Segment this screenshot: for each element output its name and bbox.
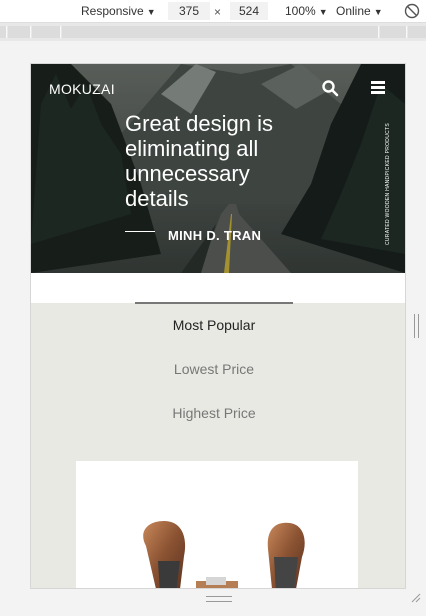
chevron-down-icon: ▼ [373,7,383,17]
device-viewport: MOKUZAI Great design is eliminating all … [31,64,405,588]
hamburger-menu-icon[interactable] [371,81,385,94]
media-query-segment[interactable] [62,26,379,38]
network-label: Online [336,4,371,18]
hero-banner: MOKUZAI Great design is eliminating all … [31,64,405,273]
resize-handle-bottom[interactable] [206,596,232,602]
zoom-label: 100% [285,4,316,18]
media-query-segment[interactable] [32,26,61,38]
device-label: Responsive [81,4,144,18]
vertical-tagline: CURATED WOODEN HANDPICKED PRODUCTS [383,122,393,246]
device-select[interactable]: Responsive ▼ [81,0,156,22]
media-query-segment[interactable] [380,26,407,38]
resize-handle-corner[interactable] [411,593,421,603]
sort-most-popular[interactable]: Most Popular [31,317,397,333]
rotate-icon[interactable] [404,3,420,19]
media-query-bar [0,23,426,41]
chevron-down-icon: ▼ [146,7,156,17]
width-input[interactable]: 375 [168,2,210,20]
network-select[interactable]: Online ▼ [336,0,383,22]
product-card[interactable] [76,461,358,588]
white-strip [31,273,405,303]
author-name: MINH D. TRAN [168,228,262,243]
media-query-segment[interactable] [8,26,31,38]
brand-logo[interactable]: MOKUZAI [49,81,115,97]
sort-lowest-price[interactable]: Lowest Price [31,361,397,377]
resize-handle-right[interactable] [414,314,419,338]
author-divider [125,231,155,232]
media-query-segment[interactable] [408,26,426,38]
vertical-tagline-text: CURATED WOODEN HANDPICKED PRODUCTS [385,122,391,246]
chevron-down-icon: ▼ [318,7,328,17]
dimension-separator: × [214,5,222,19]
sort-highest-price[interactable]: Highest Price [31,405,397,421]
media-query-segment[interactable] [0,26,7,38]
section-divider [135,302,293,304]
zoom-select[interactable]: 100% ▼ [285,0,328,22]
search-icon[interactable] [321,79,339,97]
hero-headline: Great design is eliminating all unnecess… [125,111,273,211]
height-input[interactable]: 524 [230,2,268,20]
product-image [143,521,305,588]
devtools-toolbar: Responsive ▼ 375 × 524 100% ▼ Online ▼ [0,0,426,23]
